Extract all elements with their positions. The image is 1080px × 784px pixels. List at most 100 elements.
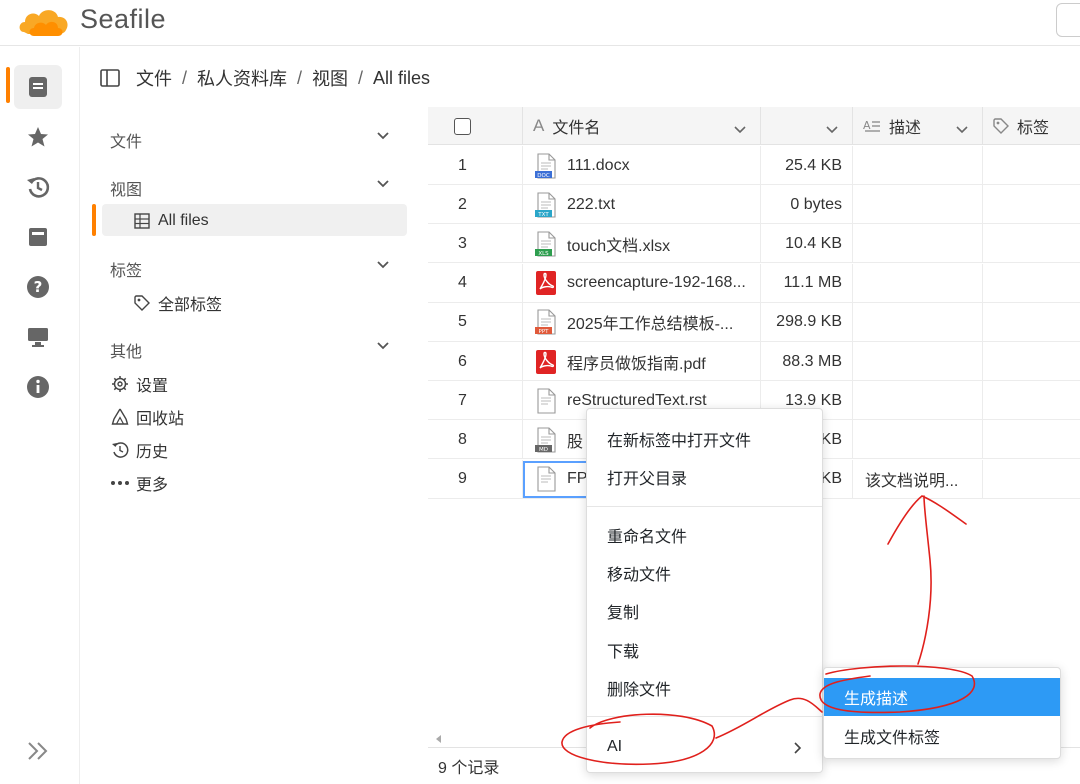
column-header-name[interactable]: A 文件名 <box>523 107 761 145</box>
gear-icon <box>110 374 130 394</box>
breadcrumb: 文件 / 私人资料库 / 视图 / All files <box>100 62 430 94</box>
file-name-cell[interactable]: screencapture-192-168... <box>523 263 761 303</box>
desktop-icon[interactable] <box>22 321 54 353</box>
menu-item-move[interactable]: 移动文件 <box>587 555 822 591</box>
section-title-files[interactable]: 文件 <box>110 128 142 152</box>
info-icon[interactable] <box>22 371 54 403</box>
table-row[interactable]: 2 TXT 222.txt 0 bytes <box>428 185 1080 225</box>
menu-item-rename[interactable]: 重命名文件 <box>587 517 822 553</box>
app-name: Seafile <box>80 4 167 34</box>
file-tags[interactable] <box>983 303 1080 342</box>
file-icon: XLS <box>535 231 556 257</box>
file-tags[interactable] <box>983 185 1080 224</box>
file-name-cell[interactable]: PPT 2025年工作总结模板-... <box>523 302 761 342</box>
file-name-cell[interactable]: 程序员做饭指南.pdf <box>523 342 761 381</box>
chevron-down-icon[interactable] <box>376 257 390 273</box>
star-icon[interactable] <box>22 121 54 153</box>
column-header-tags[interactable]: 标签 <box>983 107 1080 145</box>
file-name: reStructuredText.rst <box>567 391 707 409</box>
svg-text:DOC: DOC <box>537 173 550 179</box>
file-tags[interactable] <box>983 146 1080 185</box>
file-icon: PPT <box>535 309 556 335</box>
double-chevron-right-icon[interactable] <box>22 735 54 767</box>
menu-item-copy[interactable]: 复制 <box>587 593 822 629</box>
sidebar-toggle-icon[interactable] <box>100 69 120 87</box>
file-description[interactable] <box>853 381 983 421</box>
file-icon: MD <box>535 427 556 453</box>
submenu-item-generate-tags[interactable]: 生成文件标签 <box>824 717 1060 755</box>
file-tags[interactable] <box>983 342 1080 381</box>
table-row[interactable]: 3 XLS touch文档.xlsx 10.4 KB <box>428 224 1080 264</box>
breadcrumb-item[interactable]: 私人资料库 <box>197 65 287 91</box>
row-index: 9 <box>428 459 523 499</box>
file-description[interactable] <box>853 342 983 381</box>
breadcrumb-separator: / <box>358 67 364 88</box>
chevron-down-icon[interactable] <box>376 176 390 192</box>
file-name-cell[interactable]: TXT 222.txt <box>523 185 761 225</box>
chevron-down-icon[interactable] <box>826 121 838 139</box>
file-tags[interactable] <box>983 224 1080 263</box>
table-row[interactable]: 6 程序员做饭指南.pdf 88.3 MB <box>428 342 1080 381</box>
file-tags[interactable] <box>983 381 1080 420</box>
file-description[interactable] <box>853 224 983 264</box>
svg-text:XLS: XLS <box>538 251 549 257</box>
active-view-indicator <box>92 204 96 236</box>
file-name: screencapture-192-168... <box>567 274 746 292</box>
file-size: 0 bytes <box>761 185 853 225</box>
file-name: touch文档.xlsx <box>567 237 671 255</box>
file-description[interactable] <box>853 420 983 460</box>
column-header-size[interactable] <box>761 107 853 145</box>
file-name-cell[interactable]: XLS touch文档.xlsx <box>523 224 761 264</box>
wiki-icon[interactable] <box>22 221 54 253</box>
view-item-label[interactable]: All files <box>132 211 209 231</box>
file-description[interactable] <box>853 146 983 185</box>
menu-item-download[interactable]: 下载 <box>587 632 822 668</box>
breadcrumb-item[interactable]: 文件 <box>136 65 172 91</box>
chevron-down-icon[interactable] <box>376 128 390 144</box>
seafile-logo-icon[interactable] <box>16 2 76 40</box>
other-item-trash[interactable]: 回收站 <box>110 405 184 429</box>
breadcrumb-item[interactable]: 视图 <box>312 65 348 91</box>
history-icon[interactable] <box>22 171 54 203</box>
submenu-item-generate-description[interactable]: 生成描述 <box>824 678 1060 716</box>
other-item-history[interactable]: 历史 <box>110 438 168 462</box>
file-icon: TXT <box>535 192 556 218</box>
other-item-more[interactable]: 更多 <box>110 471 168 495</box>
file-size: 11.1 MB <box>761 263 853 303</box>
chevron-down-icon[interactable] <box>376 338 390 354</box>
nav-active-indicator <box>6 67 10 103</box>
tag-item-all-tags[interactable]: 全部标签 <box>132 291 222 315</box>
select-all-checkbox[interactable] <box>454 117 471 135</box>
menu-item-open-parent-folder[interactable]: 打开父目录 <box>587 459 822 495</box>
text-type-icon: A <box>533 116 545 135</box>
file-tags[interactable] <box>983 420 1080 459</box>
other-item-settings[interactable]: 设置 <box>110 372 168 396</box>
section-title-tags[interactable]: 标签 <box>110 257 142 281</box>
section-title-others[interactable]: 其他 <box>110 338 142 362</box>
top-bar: Seafile <box>0 0 1080 46</box>
table-row[interactable]: 5 PPT 2025年工作总结模板-... 298.9 KB <box>428 302 1080 342</box>
file-description[interactable]: 该文档说明... <box>853 459 983 499</box>
chevron-down-icon[interactable] <box>734 121 746 139</box>
chevron-down-icon[interactable] <box>956 121 968 139</box>
table-row[interactable]: 1 DOC 111.docx 25.4 KB <box>428 146 1080 185</box>
breadcrumb-separator: / <box>182 67 188 88</box>
svg-text:A: A <box>863 119 871 132</box>
menu-item-open-in-new-tab[interactable]: 在新标签中打开文件 <box>587 421 822 457</box>
file-tags[interactable] <box>983 264 1080 303</box>
file-name-cell[interactable]: DOC 111.docx <box>523 146 761 185</box>
file-size: 298.9 KB <box>761 302 853 342</box>
file-description[interactable] <box>853 263 983 303</box>
files-icon[interactable] <box>22 71 54 103</box>
table-row[interactable]: 4 screencapture-192-168... 11.1 MB <box>428 263 1080 303</box>
file-tags[interactable] <box>983 460 1080 499</box>
help-icon[interactable]: ? <box>22 271 54 303</box>
column-header-description[interactable]: A 描述 <box>853 107 983 145</box>
file-description[interactable] <box>853 302 983 342</box>
search-input[interactable] <box>1056 3 1080 37</box>
menu-item-delete[interactable]: 删除文件 <box>587 670 822 706</box>
ai-submenu: 生成描述 生成文件标签 <box>823 667 1061 759</box>
menu-item-ai[interactable]: AI <box>587 729 822 765</box>
file-description[interactable] <box>853 185 983 225</box>
section-title-views[interactable]: 视图 <box>110 176 142 200</box>
